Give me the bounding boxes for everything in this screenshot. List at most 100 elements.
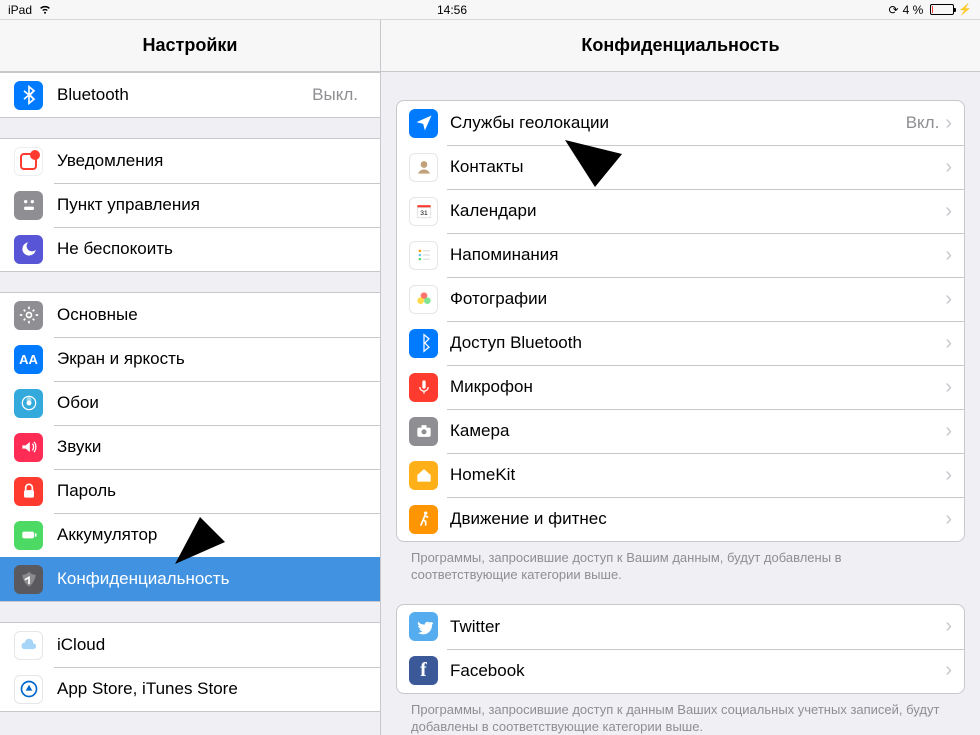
label: App Store, iTunes Store [57,679,364,699]
value: Выкл. [312,85,358,105]
footer-text-1: Программы, запросившие доступ к Вашим да… [381,542,980,584]
facebook-icon: f [409,656,438,685]
chevron-icon: › [945,200,952,223]
sidebar-item-icloud[interactable]: iCloud [0,623,380,667]
label: HomeKit [450,465,945,485]
label: Уведомления [57,151,364,171]
privacy-item-twitter[interactable]: Twitter › [397,605,964,649]
label: Микрофон [450,377,945,397]
notifications-icon [14,147,43,176]
orientation-lock-icon: ⟳ [889,3,899,17]
label: Календари [450,201,945,221]
wifi-icon [38,4,52,15]
label: Конфиденциальность [57,569,364,589]
label: Аккумулятор [57,525,364,545]
chevron-icon: › [945,244,952,267]
sidebar-item-notifications[interactable]: Уведомления [0,139,380,183]
display-icon: AA [14,345,43,374]
sidebar-item-dnd[interactable]: Не беспокоить [0,227,380,271]
privacy-item-location[interactable]: Службы геолокации Вкл. › [397,101,964,145]
bluetooth-icon [14,81,43,110]
label: Контакты [450,157,945,177]
sidebar-item-bluetooth[interactable]: Bluetooth Выкл. [0,73,380,117]
privacy-item-homekit[interactable]: HomeKit › [397,453,964,497]
label: Службы геолокации [450,113,906,133]
location-icon [409,109,438,138]
sidebar-item-appstore[interactable]: App Store, iTunes Store [0,667,380,711]
chevron-icon: › [945,659,952,682]
label: iCloud [57,635,364,655]
sidebar-item-wallpaper[interactable]: Обои [0,381,380,425]
label: Bluetooth [57,85,312,105]
label: Камера [450,421,945,441]
label: Не беспокоить [57,239,364,259]
charging-icon: ⚡ [958,3,972,16]
footer-text-2: Программы, запросившие доступ к данным В… [381,694,980,735]
sidebar-item-privacy[interactable]: Конфиденциальность [0,557,380,601]
chevron-icon: › [945,376,952,399]
chevron-icon: › [945,156,952,179]
privacy-item-camera[interactable]: Камера › [397,409,964,453]
controlcenter-icon [14,191,43,220]
battery-icon [14,521,43,550]
label: Обои [57,393,364,413]
camera-icon [409,417,438,446]
label: Движение и фитнес [450,509,945,529]
appstore-icon [14,675,43,704]
status-bar: iPad 14:56 ⟳ 4 % ⚡ [0,0,980,20]
sidebar-title: Настройки [0,20,380,72]
chevron-icon: › [945,420,952,443]
sidebar-item-sounds[interactable]: Звуки [0,425,380,469]
chevron-icon: › [945,288,952,311]
label: Пароль [57,481,364,501]
label: Фотографии [450,289,945,309]
sidebar-item-battery[interactable]: Аккумулятор [0,513,380,557]
contacts-icon [409,153,438,182]
motion-icon [409,505,438,534]
chevron-icon: › [945,615,952,638]
privacy-item-photos[interactable]: Фотографии › [397,277,964,321]
twitter-icon [409,612,438,641]
reminders-icon [409,241,438,270]
label: Twitter [450,617,945,637]
privacy-item-calendars[interactable]: 31 Календари › [397,189,964,233]
sidebar-item-passcode[interactable]: Пароль [0,469,380,513]
privacy-icon [14,565,43,594]
calendar-icon: 31 [409,197,438,226]
label: Экран и яркость [57,349,364,369]
privacy-item-microphone[interactable]: Микрофон › [397,365,964,409]
chevron-icon: › [945,464,952,487]
battery-text: 4 % [903,3,924,17]
label: Доступ Bluetooth [450,333,945,353]
value: Вкл. [906,113,940,133]
privacy-item-reminders[interactable]: Напоминания › [397,233,964,277]
label: Звуки [57,437,364,457]
privacy-item-contacts[interactable]: Контакты › [397,145,964,189]
sidebar-item-display[interactable]: AA Экран и яркость [0,337,380,381]
chevron-icon: › [945,332,952,355]
privacy-item-facebook[interactable]: f Facebook › [397,649,964,693]
settings-sidebar: Настройки Bluetooth Выкл. Уведомления Пу… [0,20,381,735]
gear-icon [14,301,43,330]
privacy-item-bluetooth[interactable]: Доступ Bluetooth › [397,321,964,365]
dnd-icon [14,235,43,264]
label: Facebook [450,661,945,681]
sidebar-item-controlcenter[interactable]: Пункт управления [0,183,380,227]
clock: 14:56 [52,3,852,17]
sounds-icon [14,433,43,462]
bluetooth-share-icon [409,329,438,358]
passcode-icon [14,477,43,506]
privacy-item-motion[interactable]: Движение и фитнес › [397,497,964,541]
label: Основные [57,305,364,325]
icloud-icon [14,631,43,660]
chevron-icon: › [945,112,952,135]
battery-icon [927,4,954,15]
chevron-icon: › [945,508,952,531]
label: Пункт управления [57,195,364,215]
sidebar-item-general[interactable]: Основные [0,293,380,337]
wallpaper-icon [14,389,43,418]
detail-title: Конфиденциальность [381,20,980,72]
svg-text:31: 31 [420,210,428,217]
mic-icon [409,373,438,402]
device-label: iPad [8,3,32,17]
